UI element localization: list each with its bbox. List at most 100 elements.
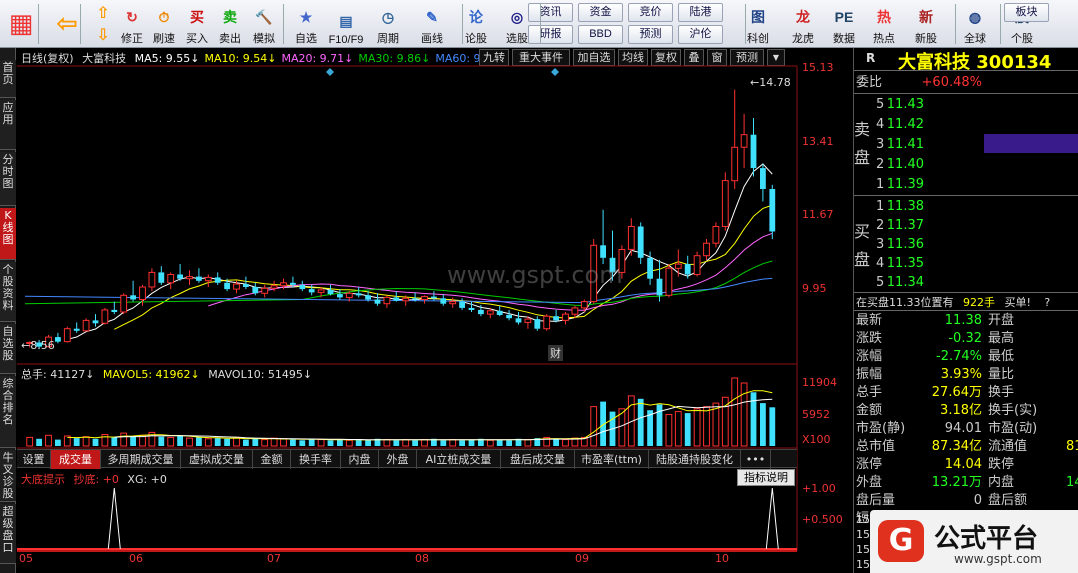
indicator-tab-1[interactable]: 成交量 <box>51 450 101 469</box>
toolbar-button-8[interactable]: ✎ 画线 <box>415 2 449 46</box>
candle-body <box>562 313 569 321</box>
candle-body <box>740 134 748 148</box>
left-tab-3[interactable]: K线图 <box>0 208 16 260</box>
buy-level-row[interactable]: 2 11.37 <box>854 217 1078 235</box>
toolbar-separator <box>38 4 39 44</box>
volume-bar <box>703 406 710 447</box>
sell-level-row[interactable]: 2 11.40 <box>854 156 1078 174</box>
toolbar-button-15[interactable]: 新新股 <box>909 2 943 46</box>
toolbar-button-4[interactable]: 🔨 模拟 <box>247 2 281 46</box>
candle-body <box>712 226 720 244</box>
indicator-tab-6[interactable]: 内盘 <box>341 450 379 469</box>
indicator-help-button[interactable]: 指标说明 <box>737 469 795 486</box>
sell-level-row[interactable]: 1 11.39 <box>854 176 1078 194</box>
buy-level-row[interactable]: 1 11.38 <box>854 198 1078 216</box>
toolbar-button-11[interactable]: 图科创 <box>741 2 775 46</box>
toolbar-button-5[interactable]: ★ 自选 <box>289 2 323 46</box>
left-tab-4[interactable]: 个股资料 <box>0 262 16 322</box>
up-arrow-icon[interactable]: ⇧ <box>92 3 114 23</box>
event-marker[interactable]: 财 <box>548 345 563 361</box>
down-arrow-icon[interactable]: ⇩ <box>92 25 114 45</box>
toolbar-small-button-2[interactable]: 竞价 <box>628 3 673 22</box>
volume-bar <box>270 437 278 447</box>
candle-body <box>627 226 635 250</box>
indicator-tab-5[interactable]: 换手率 <box>291 450 341 469</box>
back-arrow-icon[interactable]: ⇦ <box>52 6 82 42</box>
left-tab-8[interactable]: 超级盘口 <box>0 504 16 564</box>
indicator-tab-4[interactable]: 金额 <box>253 450 291 469</box>
toolbar-small-button-0[interactable]: 资讯 <box>528 3 573 22</box>
toolbar-button-7[interactable]: ◷ 周期 <box>371 2 405 46</box>
toolbar-button-6[interactable]: ▤ F10/F9 <box>329 2 364 46</box>
indicator-name: 大底提示 <box>21 473 65 486</box>
toolbar-small-button-1[interactable]: 资金 <box>578 3 623 22</box>
toolbar-small-button-4[interactable]: 研报 <box>528 25 573 44</box>
toolbar-small-button-5[interactable]: BBD <box>578 25 623 44</box>
toolbar-button-14[interactable]: 热热点 <box>867 2 901 46</box>
candle <box>63 326 71 343</box>
left-tab-1[interactable]: 应用 <box>0 100 16 150</box>
candle-body <box>506 314 512 319</box>
toolbar-small-button-6[interactable]: 预测 <box>628 25 673 44</box>
volume-bar <box>308 438 315 446</box>
stat-row: 金额 3.18亿 换手(实) <box>854 402 1078 420</box>
toolbar-button-0[interactable]: ↻ 修正 <box>115 2 149 46</box>
left-tab-7[interactable]: 牛叉诊股 <box>0 450 16 502</box>
toolbar-icon-1: ⏱ <box>158 9 170 25</box>
volume-bar <box>167 436 175 447</box>
indicator-tab-11[interactable]: 陆股通持股变化 <box>649 450 741 469</box>
indicator-tab-2[interactable]: 多周期成交量 <box>101 450 181 469</box>
sell-level-row[interactable]: 4 11.42 <box>854 116 1078 134</box>
side-num: 15 <box>856 528 870 541</box>
candle <box>130 280 136 302</box>
home-grid-icon[interactable]: ▦ <box>6 6 36 42</box>
toolbar-small-button-8[interactable]: 板块 <box>1004 3 1049 22</box>
candle-body <box>656 278 663 296</box>
left-tab-5[interactable]: 自选股 <box>0 324 16 374</box>
toolbar-small-button-3[interactable]: 陆港 <box>678 3 723 22</box>
volume-bar <box>317 439 325 447</box>
volume-bar <box>459 440 465 446</box>
candle-body <box>703 242 710 257</box>
indicator-tab-3[interactable]: 虚拟成交量 <box>181 450 253 469</box>
stat-right-label: 最高 <box>988 331 1015 346</box>
volume-bar <box>214 438 221 446</box>
indicator-tab-7[interactable]: 外盘 <box>379 450 417 469</box>
event-diamond-1[interactable] <box>326 68 334 76</box>
stat-value: 3.93% <box>940 367 982 382</box>
event-diamond-2[interactable] <box>551 68 559 76</box>
volume-bar <box>158 436 165 446</box>
toolbar-small-button-7[interactable]: 沪伦 <box>678 25 723 44</box>
candle-body <box>478 309 484 315</box>
toolbar-button-1[interactable]: ⏱ 刷速 <box>147 2 181 46</box>
volume-bar <box>468 439 475 446</box>
left-tab-0[interactable]: 首页 <box>0 60 16 98</box>
webi-row: 委比 +60.48% <box>854 74 1078 92</box>
left-tab-2[interactable]: 分时图 <box>0 152 16 206</box>
candle <box>111 301 118 315</box>
toolbar-button-13[interactable]: PE 数据 <box>827 2 861 46</box>
indicator-tab-0[interactable]: 设置 <box>17 450 51 469</box>
indicator-tab-12[interactable]: ••• <box>741 450 771 469</box>
indicator-tab-10[interactable]: 市盈率(ttm) <box>575 450 649 469</box>
left-tab-6[interactable]: 综合排名 <box>0 376 16 448</box>
stat-right-label: 流通值 <box>988 439 1028 454</box>
toolbar-button-9[interactable]: 论论股 <box>459 2 493 46</box>
buy-level-row[interactable]: 3 11.36 <box>854 236 1078 254</box>
stat-row: 涨跌 -0.32 最高 <box>854 330 1078 348</box>
stat-label: 外盘 <box>856 475 883 490</box>
stat-row: 振幅 3.93% 量比 <box>854 366 1078 384</box>
toolbar-button-2[interactable]: 买买入 <box>180 2 214 46</box>
stat-row: 盘后量 0 盘后额 <box>854 492 1078 510</box>
buy-level-row[interactable]: 4 11.35 <box>854 255 1078 273</box>
buy-level-row[interactable]: 5 11.34 <box>854 274 1078 292</box>
indicator-tab-9[interactable]: 盘后成交量 <box>501 450 575 469</box>
indicator-tab-8[interactable]: AI立桩成交量 <box>417 450 501 469</box>
sell-level-row[interactable]: 5 11.43 <box>854 96 1078 114</box>
toolbar-button-3[interactable]: 卖卖出 <box>213 2 247 46</box>
toolbar-button-12[interactable]: 龙龙虎 <box>786 2 820 46</box>
volume-bar <box>665 414 673 447</box>
kline-chart[interactable] <box>17 48 853 573</box>
volume-bar <box>496 439 503 446</box>
toolbar-button-16[interactable]: ◍ 全球 <box>958 2 992 46</box>
